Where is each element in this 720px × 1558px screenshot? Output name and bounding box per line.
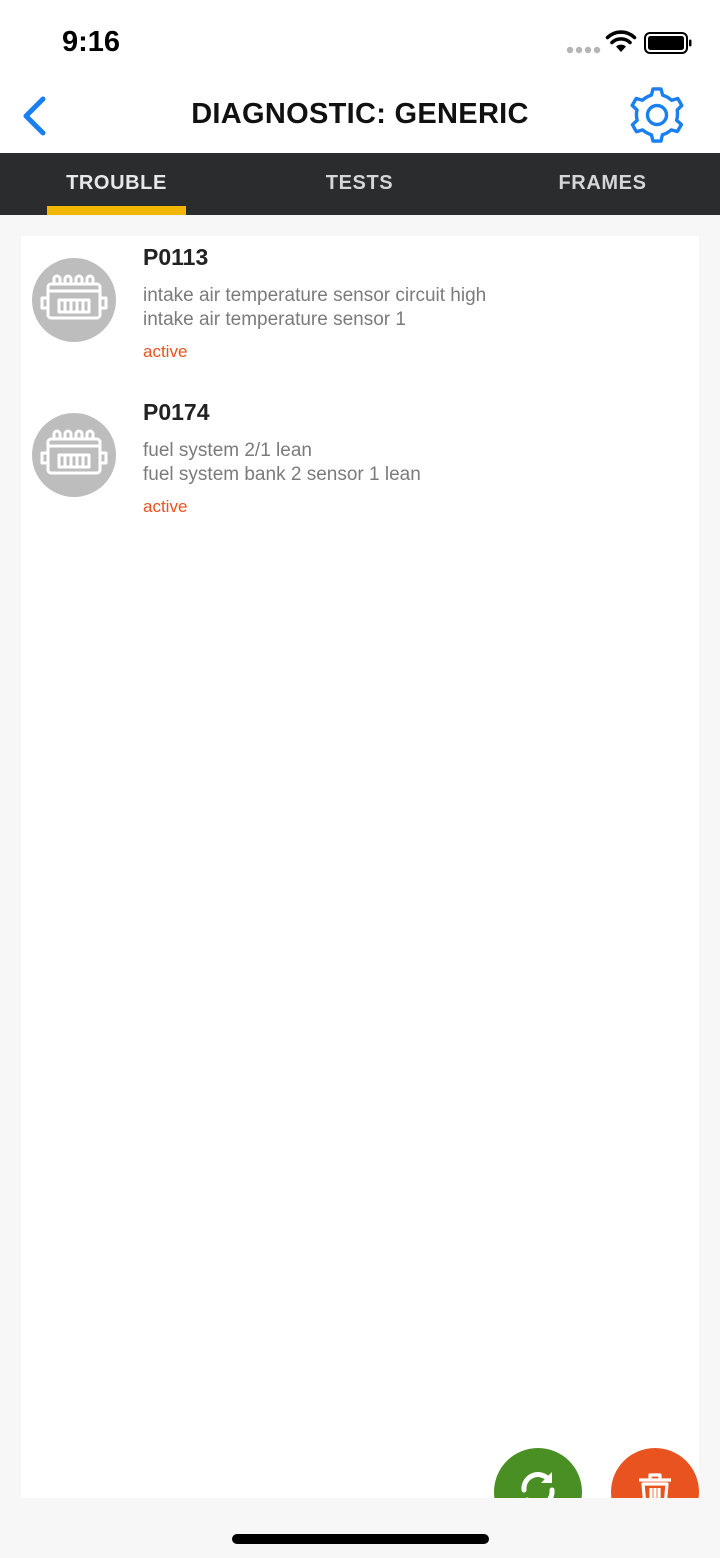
trouble-description: fuel system 2/1 lean bbox=[143, 440, 312, 461]
trouble-code: P0113 bbox=[143, 244, 209, 270]
trouble-code-item[interactable]: P0174 fuel system 2/1 lean fuel system b… bbox=[21, 391, 699, 541]
tab-tests[interactable]: TESTS bbox=[290, 153, 429, 215]
status-bar: 9:16 bbox=[0, 0, 720, 80]
status-badge: active bbox=[143, 342, 188, 361]
engine-module-icon bbox=[32, 258, 116, 342]
page-title: DIAGNOSTIC: GENERIC bbox=[191, 98, 529, 130]
trouble-code-item[interactable]: P0113 intake air temperature sensor circ… bbox=[21, 236, 699, 386]
trouble-description: intake air temperature sensor circuit hi… bbox=[143, 285, 487, 306]
gear-icon bbox=[630, 87, 684, 143]
bottom-safe-area bbox=[0, 1498, 720, 1558]
tab-frames[interactable]: FRAMES bbox=[533, 153, 672, 215]
nav-bar: DIAGNOSTIC: GENERIC bbox=[0, 80, 720, 153]
trouble-code-list: P0113 intake air temperature sensor circ… bbox=[21, 236, 699, 1498]
settings-button[interactable] bbox=[626, 84, 688, 146]
trouble-code: P0174 bbox=[143, 399, 210, 425]
status-time: 9:16 bbox=[62, 26, 121, 58]
engine-module-icon bbox=[32, 413, 116, 497]
battery-icon bbox=[644, 32, 692, 54]
status-badge: active bbox=[143, 497, 188, 516]
trouble-detail: fuel system bank 2 sensor 1 lean bbox=[143, 464, 421, 485]
cellular-signal-icon bbox=[566, 46, 601, 54]
tab-bar: TROUBLE TESTS FRAMES bbox=[0, 153, 720, 215]
active-tab-indicator bbox=[47, 206, 186, 215]
trouble-detail: intake air temperature sensor 1 bbox=[143, 309, 406, 330]
wifi-icon bbox=[605, 30, 637, 52]
home-indicator bbox=[232, 1534, 489, 1544]
